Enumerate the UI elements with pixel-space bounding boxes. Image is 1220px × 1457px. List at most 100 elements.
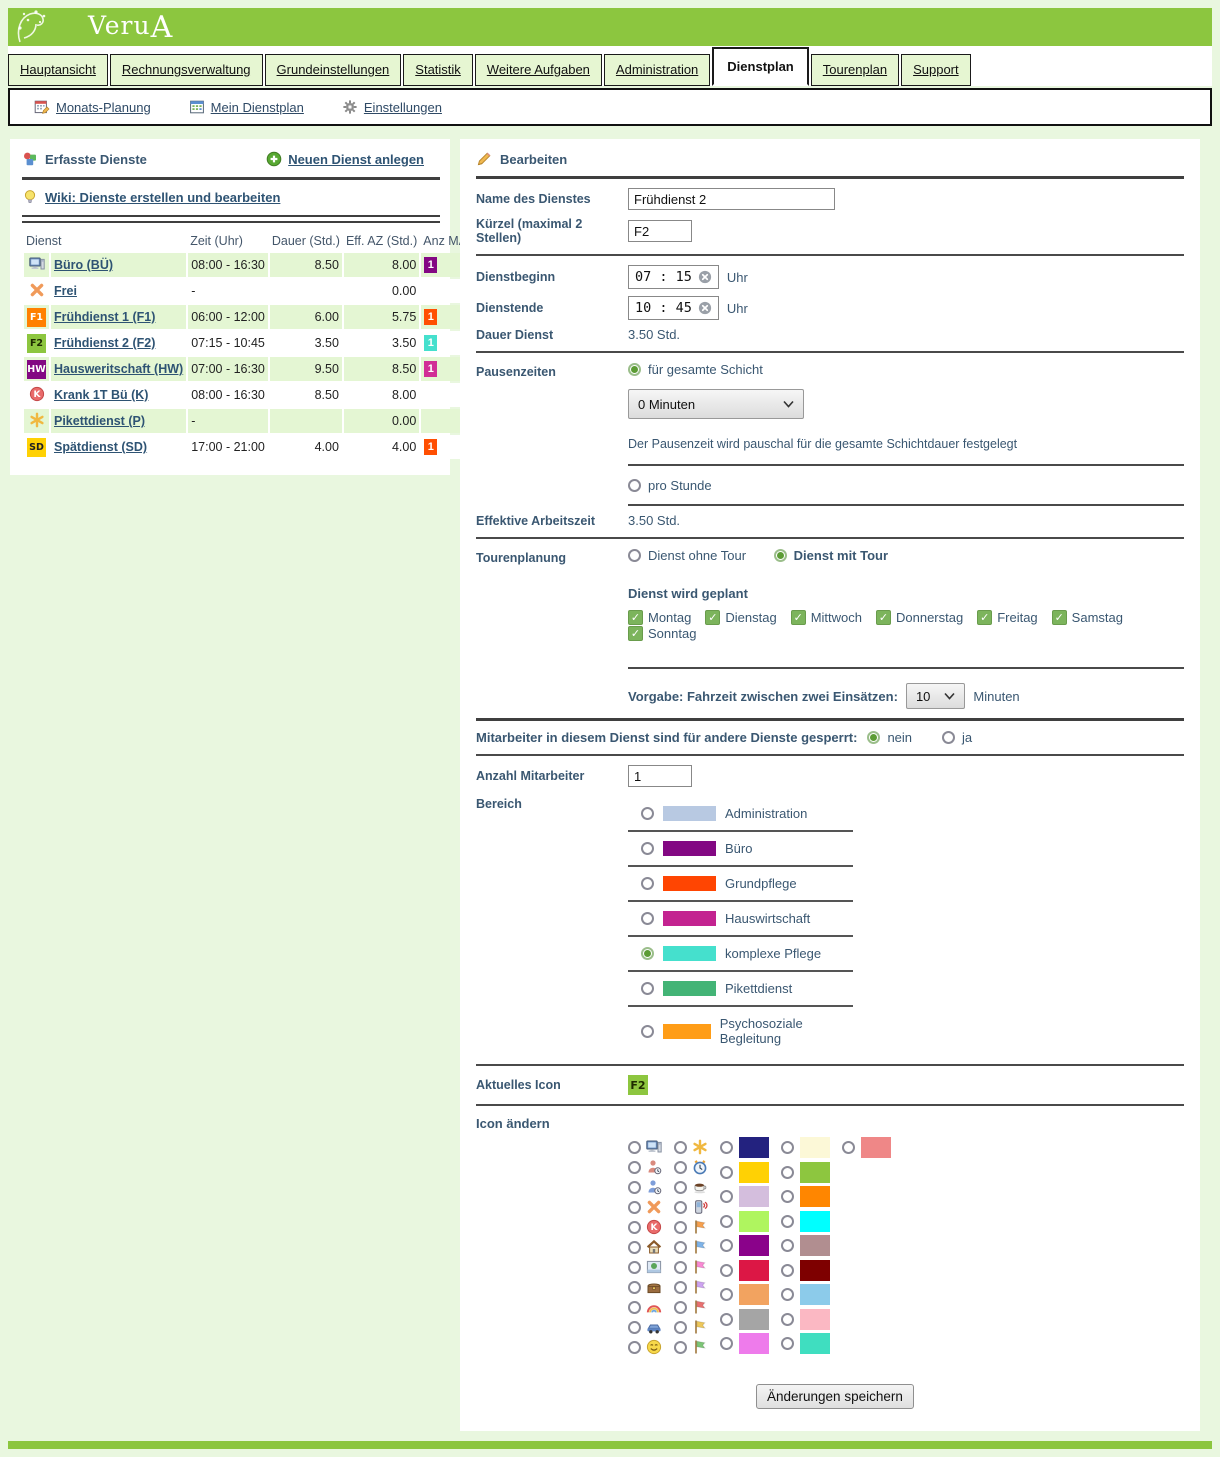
day-checkbox-donnerstag[interactable]: ✓Donnerstag [876, 610, 963, 625]
dienstende-input[interactable]: 10 : 45 [628, 296, 719, 320]
service-link-frühdienst-1-f1[interactable]: Frühdienst 1 (F1) [54, 310, 155, 324]
color-option-fcf8d7[interactable] [781, 1137, 830, 1158]
icon-option-alarm-clock[interactable] [674, 1157, 708, 1177]
day-checkbox-sonntag[interactable]: ✓Sonntag [628, 626, 696, 641]
icon-option-rainbow[interactable] [628, 1297, 662, 1317]
tab-rechnungsverwaltung[interactable]: Rechnungsverwaltung [110, 54, 263, 86]
tab-hauptansicht[interactable]: Hauptansicht [8, 54, 108, 86]
save-button[interactable]: Änderungen speichern [756, 1384, 914, 1409]
anzahl-input[interactable] [628, 765, 692, 787]
subnav-link[interactable]: Einstellungen [364, 100, 442, 115]
bereich-option-büro[interactable]: Büro [628, 832, 853, 865]
service-link-büro-bü[interactable]: Büro (BÜ) [54, 258, 113, 272]
icon-option-flag-pink[interactable] [674, 1257, 708, 1277]
icon-option-smiley[interactable] [628, 1337, 662, 1357]
tab-weitere-aufgaben[interactable]: Weitere Aufgaben [475, 54, 602, 86]
separator [22, 177, 440, 180]
color-option-ef8787[interactable] [842, 1137, 891, 1158]
bereich-option-komplexe-pflege[interactable]: komplexe Pflege [628, 937, 853, 970]
service-link-krank-1t-bü-k[interactable]: Krank 1T Bü (K) [54, 388, 148, 402]
icon-option-flag-yellow[interactable] [674, 1317, 708, 1337]
bereich-option-psychosoziale-begleitung[interactable]: Psychosoziale Begleitung [628, 1007, 853, 1055]
color-option-00ffff[interactable] [781, 1211, 830, 1232]
color-option-dc1745[interactable] [720, 1260, 769, 1281]
separator [476, 1064, 1184, 1066]
icon-option-person-blue[interactable] [628, 1177, 662, 1197]
color-option-f2a360[interactable] [720, 1284, 769, 1305]
icon-option-flag-red[interactable] [674, 1297, 708, 1317]
icon-option-computer[interactable] [628, 1137, 662, 1157]
icon-option-flag-orange[interactable] [674, 1217, 708, 1237]
icon-option-flag-blue[interactable] [674, 1237, 708, 1257]
icon-option-asterisk[interactable] [674, 1137, 708, 1157]
day-checkbox-dienstag[interactable]: ✓Dienstag [705, 610, 776, 625]
pausen-option-stunde[interactable]: pro Stunde [628, 478, 712, 493]
bereich-option-hauswirtschaft[interactable]: Hauswirtschaft [628, 902, 853, 935]
kuerzel-input[interactable] [628, 220, 692, 242]
gesperrt-option-ja[interactable]: ja [942, 730, 972, 745]
subnav-link[interactable]: Monats-Planung [56, 100, 151, 115]
color-option-8dc63f[interactable] [781, 1162, 830, 1183]
tab-dienstplan[interactable]: Dienstplan [712, 47, 808, 86]
day-checkbox-samstag[interactable]: ✓Samstag [1052, 610, 1123, 625]
subnav-link[interactable]: Mein Dienstplan [211, 100, 304, 115]
tab-grundeinstellungen[interactable]: Grundeinstellungen [265, 54, 402, 86]
color-option-23227f[interactable] [720, 1137, 769, 1158]
color-option-d4bedd[interactable] [720, 1186, 769, 1207]
subnav-monats-planung[interactable]: Monats-Planung [34, 99, 151, 115]
color-option-a5a5a5[interactable] [720, 1309, 769, 1330]
day-checkbox-freitag[interactable]: ✓Freitag [977, 610, 1037, 625]
color-option-ff8600[interactable] [781, 1186, 830, 1207]
icon-option-flag-violet[interactable] [674, 1277, 708, 1297]
color-option-8ccbea[interactable] [781, 1284, 830, 1305]
gesperrt-option-nein[interactable]: nein [867, 730, 912, 745]
tab-administration[interactable]: Administration [604, 54, 710, 86]
service-link-hausweritschaft-hw[interactable]: Hausweritschaft (HW) [54, 362, 183, 376]
service-link-pikettdienst-p[interactable]: Pikettdienst (P) [54, 414, 145, 428]
tab-support[interactable]: Support [901, 54, 971, 86]
touren-option-mit[interactable]: Dienst mit Tour [774, 548, 888, 563]
icon-option-k-circle[interactable]: K [628, 1217, 662, 1237]
tab-statistik[interactable]: Statistik [403, 54, 473, 86]
color-option-7e0000[interactable] [781, 1260, 830, 1281]
subnav-einstellungen[interactable]: Einstellungen [342, 99, 442, 115]
dienstbeginn-input[interactable]: 07 : 15 [628, 265, 719, 289]
pausen-option-schicht[interactable]: für gesamte Schicht [628, 362, 763, 377]
tab-tourenplan[interactable]: Tourenplan [811, 54, 899, 86]
service-name-input[interactable] [628, 188, 835, 210]
wiki-link[interactable]: Wiki: Dienste erstellen und bearbeiten [45, 190, 280, 205]
icon-option-car[interactable] [628, 1317, 662, 1337]
day-checkbox-montag[interactable]: ✓Montag [628, 610, 691, 625]
color-option-3fdec0[interactable] [781, 1333, 830, 1354]
color-option-fbb8c3[interactable] [781, 1309, 830, 1330]
subnav-mein-dienstplan[interactable]: Mein Dienstplan [189, 99, 304, 115]
bereich-option-administration[interactable]: Administration [628, 797, 853, 830]
icon-option-flag-green[interactable] [674, 1337, 708, 1357]
color-option-ffd104[interactable] [720, 1162, 769, 1183]
icon-option-house[interactable] [628, 1237, 662, 1257]
service-link-frei[interactable]: Frei [54, 284, 77, 298]
color-option-aff55f[interactable] [720, 1211, 769, 1232]
color-option-8a028a[interactable] [720, 1235, 769, 1256]
icon-option-coffee[interactable] [674, 1177, 708, 1197]
pausen-select[interactable]: 0 Minuten [628, 389, 804, 419]
smiley-icon [646, 1339, 662, 1355]
service-link-frühdienst-2-f2[interactable]: Frühdienst 2 (F2) [54, 336, 155, 350]
icon-option-person-red[interactable] [628, 1157, 662, 1177]
icon-option-phone[interactable] [674, 1197, 708, 1217]
day-checkbox-mittwoch[interactable]: ✓Mittwoch [791, 610, 862, 625]
bereich-option-grundpflege[interactable]: Grundpflege [628, 867, 853, 900]
bereich-option-pikettdienst[interactable]: Pikettdienst [628, 972, 853, 1005]
touren-option-ohne[interactable]: Dienst ohne Tour [628, 548, 746, 563]
color-option-ee7beb[interactable] [720, 1333, 769, 1354]
fahrzeit-select[interactable]: 10 [906, 683, 965, 709]
service-link-spätdienst-sd[interactable]: Spätdienst (SD) [54, 440, 147, 454]
icon-option-cross[interactable] [628, 1197, 662, 1217]
color-option-b18e90[interactable] [781, 1235, 830, 1256]
radio-icon [720, 1215, 733, 1228]
new-service-link[interactable]: Neuen Dienst anlegen [288, 152, 424, 167]
clear-time-icon[interactable] [698, 270, 712, 284]
icon-option-picture[interactable] [628, 1257, 662, 1277]
icon-option-chest[interactable] [628, 1277, 662, 1297]
clear-time-icon[interactable] [698, 301, 712, 315]
